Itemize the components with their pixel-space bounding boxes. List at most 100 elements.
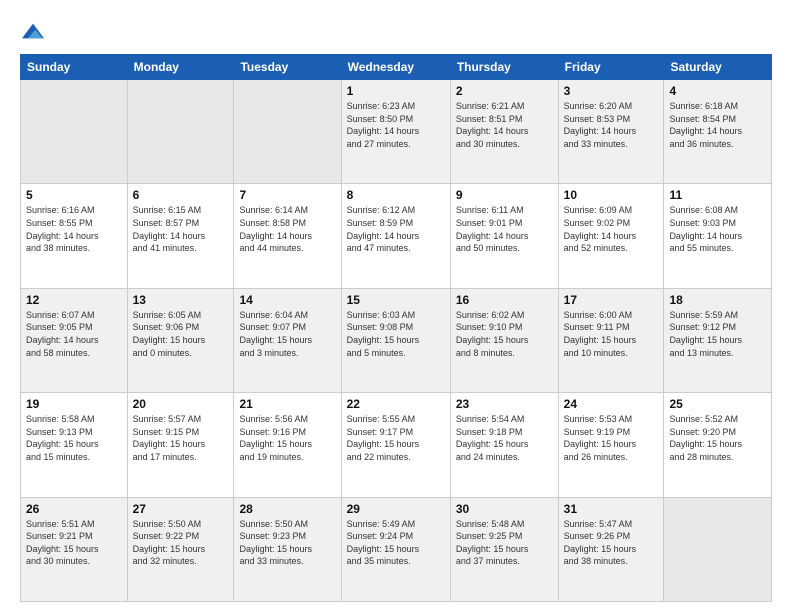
calendar-cell: 6Sunrise: 6:15 AM Sunset: 8:57 PM Daylig…: [127, 184, 234, 288]
day-number: 9: [456, 188, 553, 202]
day-info: Sunrise: 6:23 AM Sunset: 8:50 PM Dayligh…: [347, 100, 445, 150]
day-info: Sunrise: 5:53 AM Sunset: 9:19 PM Dayligh…: [564, 413, 659, 463]
day-info: Sunrise: 5:55 AM Sunset: 9:17 PM Dayligh…: [347, 413, 445, 463]
day-info: Sunrise: 5:57 AM Sunset: 9:15 PM Dayligh…: [133, 413, 229, 463]
day-number: 27: [133, 502, 229, 516]
calendar-cell: [234, 80, 341, 184]
day-number: 28: [239, 502, 335, 516]
logo: [20, 18, 44, 42]
day-number: 7: [239, 188, 335, 202]
calendar-cell: 21 Sunrise: 5:56 AM Sunset: 9:16 PM Dayli…: [234, 393, 341, 497]
calendar-table: SundayMondayTuesdayWednesdayThursdayFrid…: [20, 54, 772, 602]
day-number: 4: [669, 84, 766, 98]
day-info: Sunrise: 6:02 AM Sunset: 9:10 PM Dayligh…: [456, 309, 553, 359]
day-info: Sunrise: 6:09 AM Sunset: 9:02 PM Dayligh…: [564, 204, 659, 254]
day-number: 16: [456, 293, 553, 307]
logo-icon: [22, 20, 44, 42]
day-info: Sunrise: 6:16 AM Sunset: 8:55 PM Dayligh…: [26, 204, 122, 254]
day-info: Sunrise: 5:58 AM Sunset: 9:13 PM Dayligh…: [26, 413, 122, 463]
calendar-cell: 30 Sunrise: 5:48 AM Sunset: 9:25 PM Dayli…: [450, 497, 558, 601]
day-info: Sunrise: 5:56 AM Sunset: 9:16 PM Dayligh…: [239, 413, 335, 463]
day-info: Sunrise: 5:52 AM Sunset: 9:20 PM Dayligh…: [669, 413, 766, 463]
header: [20, 18, 772, 42]
calendar-cell: 29Sunrise: 5:49 AM Sunset: 9:24 PM Dayli…: [341, 497, 450, 601]
day-number: 24: [564, 397, 659, 411]
day-number: 30: [456, 502, 553, 516]
calendar-cell: 22Sunrise: 5:55 AM Sunset: 9:17 PM Dayli…: [341, 393, 450, 497]
calendar-cell: 17 Sunrise: 6:00 AM Sunset: 9:11 PM Dayli…: [558, 288, 664, 392]
day-info: Sunrise: 6:20 AM Sunset: 8:53 PM Dayligh…: [564, 100, 659, 150]
calendar-cell: 3 Sunrise: 6:20 AM Sunset: 8:53 PM Daylig…: [558, 80, 664, 184]
calendar-cell: 4 Sunrise: 6:18 AM Sunset: 8:54 PM Daylig…: [664, 80, 772, 184]
calendar-cell: 24 Sunrise: 5:53 AM Sunset: 9:19 PM Dayli…: [558, 393, 664, 497]
day-number: 23: [456, 397, 553, 411]
day-number: 11: [669, 188, 766, 202]
day-number: 29: [347, 502, 445, 516]
calendar-cell: 11 Sunrise: 6:08 AM Sunset: 9:03 PM Dayli…: [664, 184, 772, 288]
calendar-cell: [127, 80, 234, 184]
day-number: 20: [133, 397, 229, 411]
day-info: Sunrise: 6:03 AM Sunset: 9:08 PM Dayligh…: [347, 309, 445, 359]
day-info: Sunrise: 6:11 AM Sunset: 9:01 PM Dayligh…: [456, 204, 553, 254]
day-number: 12: [26, 293, 122, 307]
day-info: Sunrise: 6:07 AM Sunset: 9:05 PM Dayligh…: [26, 309, 122, 359]
calendar-week-2: 12 Sunrise: 6:07 AM Sunset: 9:05 PM Dayli…: [21, 288, 772, 392]
day-info: Sunrise: 5:54 AM Sunset: 9:18 PM Dayligh…: [456, 413, 553, 463]
calendar-week-3: 19 Sunrise: 5:58 AM Sunset: 9:13 PM Dayli…: [21, 393, 772, 497]
day-info: Sunrise: 6:15 AM Sunset: 8:57 PM Dayligh…: [133, 204, 229, 254]
weekday-header-wednesday: Wednesday: [341, 55, 450, 80]
day-number: 15: [347, 293, 445, 307]
day-info: Sunrise: 6:05 AM Sunset: 9:06 PM Dayligh…: [133, 309, 229, 359]
day-number: 31: [564, 502, 659, 516]
day-number: 19: [26, 397, 122, 411]
day-info: Sunrise: 6:04 AM Sunset: 9:07 PM Dayligh…: [239, 309, 335, 359]
weekday-header-friday: Friday: [558, 55, 664, 80]
calendar-cell: 20 Sunrise: 5:57 AM Sunset: 9:15 PM Dayli…: [127, 393, 234, 497]
calendar-cell: 27Sunrise: 5:50 AM Sunset: 9:22 PM Dayli…: [127, 497, 234, 601]
calendar-cell: 8 Sunrise: 6:12 AM Sunset: 8:59 PM Daylig…: [341, 184, 450, 288]
day-info: Sunrise: 6:18 AM Sunset: 8:54 PM Dayligh…: [669, 100, 766, 150]
day-number: 25: [669, 397, 766, 411]
calendar-cell: 14 Sunrise: 6:04 AM Sunset: 9:07 PM Dayli…: [234, 288, 341, 392]
day-info: Sunrise: 6:00 AM Sunset: 9:11 PM Dayligh…: [564, 309, 659, 359]
day-number: 3: [564, 84, 659, 98]
day-info: Sunrise: 5:50 AM Sunset: 9:23 PM Dayligh…: [239, 518, 335, 568]
day-info: Sunrise: 5:48 AM Sunset: 9:25 PM Dayligh…: [456, 518, 553, 568]
day-number: 17: [564, 293, 659, 307]
calendar-week-1: 5 Sunrise: 6:16 AM Sunset: 8:55 PM Daylig…: [21, 184, 772, 288]
day-number: 1: [347, 84, 445, 98]
calendar-cell: 25 Sunrise: 5:52 AM Sunset: 9:20 PM Dayli…: [664, 393, 772, 497]
calendar-cell: 15 Sunrise: 6:03 AM Sunset: 9:08 PM Dayli…: [341, 288, 450, 392]
calendar-cell: 16 Sunrise: 6:02 AM Sunset: 9:10 PM Dayli…: [450, 288, 558, 392]
calendar-cell: 7 Sunrise: 6:14 AM Sunset: 8:58 PM Daylig…: [234, 184, 341, 288]
calendar-cell: 2Sunrise: 6:21 AM Sunset: 8:51 PM Daylig…: [450, 80, 558, 184]
day-info: Sunrise: 6:08 AM Sunset: 9:03 PM Dayligh…: [669, 204, 766, 254]
calendar-week-0: 1 Sunrise: 6:23 AM Sunset: 8:50 PM Daylig…: [21, 80, 772, 184]
calendar-cell: 13 Sunrise: 6:05 AM Sunset: 9:06 PM Dayli…: [127, 288, 234, 392]
day-info: Sunrise: 6:14 AM Sunset: 8:58 PM Dayligh…: [239, 204, 335, 254]
day-number: 13: [133, 293, 229, 307]
calendar-cell: 23 Sunrise: 5:54 AM Sunset: 9:18 PM Dayli…: [450, 393, 558, 497]
calendar-cell: 9 Sunrise: 6:11 AM Sunset: 9:01 PM Daylig…: [450, 184, 558, 288]
day-number: 14: [239, 293, 335, 307]
calendar-cell: [21, 80, 128, 184]
calendar-cell: [664, 497, 772, 601]
day-info: Sunrise: 6:12 AM Sunset: 8:59 PM Dayligh…: [347, 204, 445, 254]
day-info: Sunrise: 5:47 AM Sunset: 9:26 PM Dayligh…: [564, 518, 659, 568]
calendar-cell: 28 Sunrise: 5:50 AM Sunset: 9:23 PM Dayli…: [234, 497, 341, 601]
weekday-header-saturday: Saturday: [664, 55, 772, 80]
day-number: 10: [564, 188, 659, 202]
calendar-cell: 19 Sunrise: 5:58 AM Sunset: 9:13 PM Dayli…: [21, 393, 128, 497]
calendar-cell: 1 Sunrise: 6:23 AM Sunset: 8:50 PM Daylig…: [341, 80, 450, 184]
day-number: 21: [239, 397, 335, 411]
day-number: 8: [347, 188, 445, 202]
calendar-cell: 10 Sunrise: 6:09 AM Sunset: 9:02 PM Dayli…: [558, 184, 664, 288]
day-info: Sunrise: 6:21 AM Sunset: 8:51 PM Dayligh…: [456, 100, 553, 150]
day-number: 5: [26, 188, 122, 202]
weekday-header-tuesday: Tuesday: [234, 55, 341, 80]
day-info: Sunrise: 5:59 AM Sunset: 9:12 PM Dayligh…: [669, 309, 766, 359]
weekday-header-thursday: Thursday: [450, 55, 558, 80]
page: SundayMondayTuesdayWednesdayThursdayFrid…: [0, 0, 792, 612]
calendar-cell: 31 Sunrise: 5:47 AM Sunset: 9:26 PM Dayli…: [558, 497, 664, 601]
calendar-cell: 18Sunrise: 5:59 AM Sunset: 9:12 PM Dayli…: [664, 288, 772, 392]
